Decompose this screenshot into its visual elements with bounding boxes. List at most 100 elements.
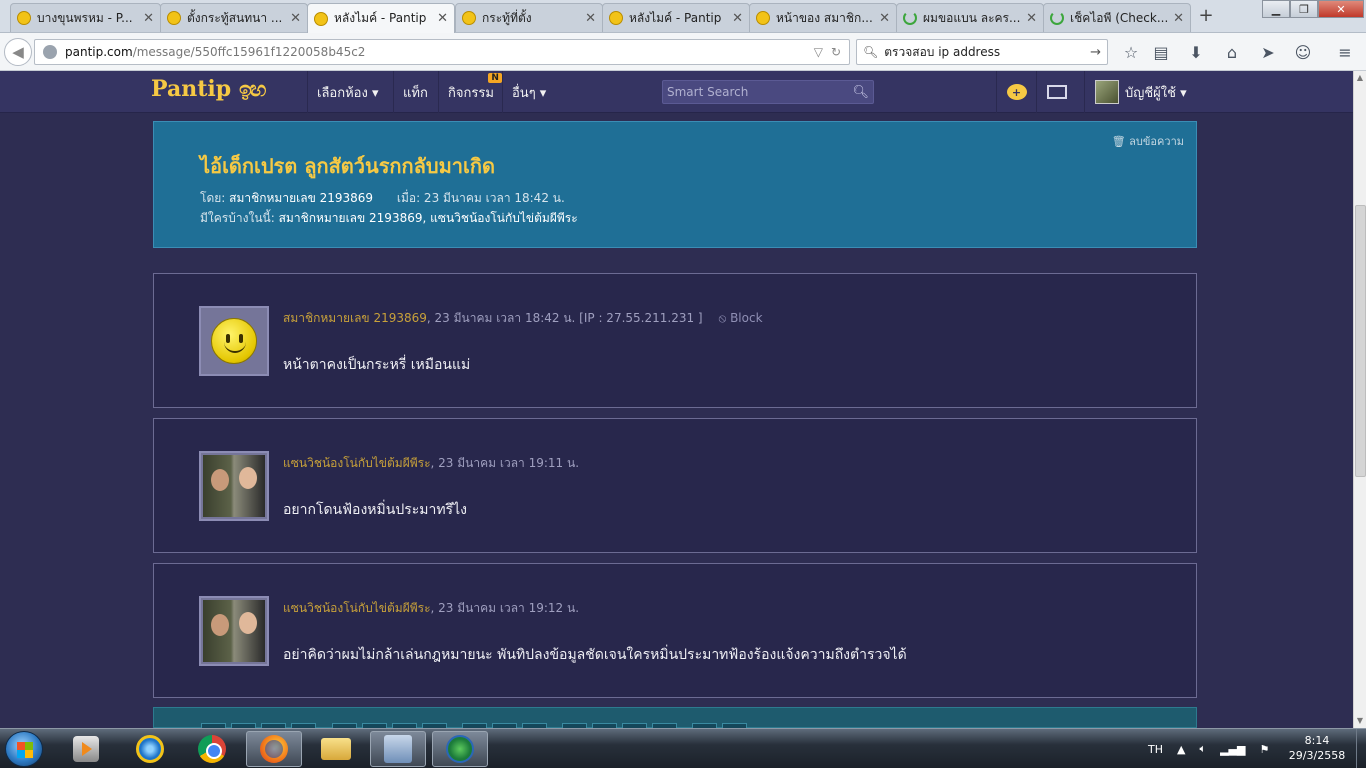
close-icon[interactable]: ✕ [1173, 11, 1184, 26]
avatar[interactable] [199, 306, 269, 376]
close-icon[interactable]: ✕ [437, 11, 448, 26]
bookmark-star-icon[interactable]: ☆ [1120, 42, 1142, 64]
message-username[interactable]: แซนวิชน้องโน่กับไข่ต้มผีพีระ [283, 601, 431, 615]
message-username[interactable]: สมาชิกหมายเลข 2193869 [283, 311, 427, 325]
tab-label: กระทู้ที่ตั้ง [482, 10, 532, 25]
taskbar-network-app[interactable] [432, 731, 488, 767]
close-icon[interactable]: ✕ [879, 11, 890, 26]
smiley-icon [211, 318, 257, 364]
url-text[interactable]: pantip.com/message/550ffc15961f1220058b4… [65, 45, 806, 59]
search-bar[interactable]: 🔍︎ ตรวจสอบ ip address → [856, 39, 1108, 65]
search-icon[interactable]: 🔍︎ [852, 85, 869, 100]
download-icon[interactable]: ⬇ [1185, 42, 1207, 64]
avatar[interactable] [199, 596, 269, 666]
reload-icon[interactable]: ↻ [831, 45, 841, 59]
pantip-icon [462, 11, 476, 25]
windows-taskbar: TH ▲ 🔈︎ ▂▄▆ ⚑ 8:14 29/3/2558 [0, 728, 1366, 768]
mail-icon [1046, 85, 1067, 99]
tray-expand-icon[interactable]: ▲ [1177, 743, 1185, 756]
close-icon[interactable]: ✕ [1026, 11, 1037, 26]
messages-button[interactable] [1036, 71, 1076, 113]
browser-tab[interactable]: เช็คไอพี (Check... ✕ [1043, 3, 1191, 32]
minimize-button[interactable]: ▁ [1262, 0, 1290, 18]
window-controls: ▁ ❐ ✕ [1262, 0, 1364, 20]
taskbar-internet-explorer[interactable] [122, 731, 178, 767]
tab-label: ตั้งกระทู้สนทนา ... [187, 10, 283, 25]
taskbar-control-panel[interactable] [370, 731, 426, 767]
message-item: แซนวิชน้องโน่กับไข่ต้มผีพีระ, 23 มีนาคม … [153, 563, 1197, 698]
thread-title: ไอ้เด็กเปรต ลูกสัตว์นรกกลับมาเกิด [200, 154, 495, 178]
menu-choose-room[interactable]: เลือกห้อง ▾ [307, 71, 387, 113]
chat-bubble-icon: + [1006, 84, 1027, 100]
home-icon[interactable]: ⌂ [1221, 42, 1243, 64]
address-bar[interactable]: pantip.com/message/550ffc15961f1220058b4… [34, 39, 850, 65]
browser-tab[interactable]: กระทู้ที่ตั้ง ✕ [455, 3, 603, 32]
folder-icon [321, 738, 351, 760]
menu-others[interactable]: อื่นๆ ▾ [502, 71, 555, 113]
send-icon[interactable]: ➤ [1257, 42, 1279, 64]
back-button[interactable]: ◀ [4, 38, 32, 66]
message-text: หน้าตาคงเป็นกระหรี่ เหมือนแม่ [283, 357, 471, 373]
show-desktop-button[interactable] [1356, 729, 1366, 768]
scroll-up-arrow-icon[interactable]: ▲ [1354, 71, 1366, 85]
message-header: สมาชิกหมายเลข 2193869, 23 มีนาคม เวลา 18… [283, 311, 763, 325]
message-text: อยากโดนฟ้องหมิ่นประมาทรึไง [283, 502, 467, 518]
reading-list-icon[interactable]: ▤ [1150, 42, 1172, 64]
search-query[interactable]: ตรวจสอบ ip address [884, 43, 1090, 62]
scroll-down-arrow-icon[interactable]: ▼ [1354, 714, 1366, 728]
search-icon: 🔍︎ [863, 45, 879, 59]
language-indicator[interactable]: TH [1148, 743, 1163, 756]
chat-bubble-button[interactable]: + [996, 71, 1036, 113]
menu-activities[interactable]: กิจกรรม N [438, 71, 508, 113]
browser-tab[interactable]: ตั้งกระทู้สนทนา ... ✕ [160, 3, 308, 32]
delete-message-link[interactable]: 🗑 ลบข้อความ [1112, 132, 1184, 150]
close-icon[interactable]: ✕ [585, 11, 596, 26]
network-signal-icon[interactable]: ▂▄▆ [1220, 743, 1245, 756]
browser-tab-active[interactable]: หลังไมค์ - Pantip ✕ [307, 3, 455, 33]
start-button[interactable] [5, 731, 43, 767]
close-window-button[interactable]: ✕ [1318, 0, 1364, 18]
volume-icon[interactable]: 🔈︎ [1199, 742, 1206, 756]
pantip-logo[interactable]: Pantip ඉඟ [151, 76, 266, 102]
avatar[interactable] [199, 451, 269, 521]
message-item: สมาชิกหมายเลข 2193869, 23 มีนาคม เวลา 18… [153, 273, 1197, 408]
loading-icon [1050, 11, 1064, 25]
dropdown-arrow-icon[interactable]: ▽ [814, 45, 823, 59]
block-button[interactable]: ⦸ Block [718, 311, 762, 325]
browser-tab[interactable]: หน้าของ สมาชิก... ✕ [749, 3, 897, 32]
browser-tab[interactable]: หลังไมค์ - Pantip ✕ [602, 3, 750, 32]
taskbar-media-player[interactable] [58, 731, 114, 767]
message-header: แซนวิชน้องโน่กับไข่ต้มผีพีระ, 23 มีนาคม … [283, 601, 580, 615]
taskbar-chrome[interactable] [184, 731, 240, 767]
close-icon[interactable]: ✕ [143, 11, 154, 26]
menu-icon[interactable]: ≡ [1334, 42, 1356, 64]
taskbar-firefox[interactable] [246, 731, 302, 767]
chat-icon[interactable]: ☺ [1292, 42, 1314, 64]
scrollbar-thumb[interactable] [1355, 205, 1366, 477]
tab-label: ผมขอแบน ละคร... [923, 10, 1021, 25]
loading-icon [903, 11, 917, 25]
new-tab-button[interactable]: + [1196, 5, 1216, 26]
message-username[interactable]: แซนวิชน้องโน่กับไข่ต้มผีพีระ [283, 456, 431, 470]
account-menu[interactable]: บัญชีผู้ใช้ ▾ [1084, 71, 1187, 113]
action-center-icon[interactable]: ⚑ [1259, 743, 1269, 756]
smart-search-input[interactable] [667, 85, 853, 99]
browser-tab[interactable]: บางขุนพรหม - P... ✕ [10, 3, 161, 32]
go-arrow-icon[interactable]: → [1090, 45, 1101, 60]
close-icon[interactable]: ✕ [732, 11, 743, 26]
taskbar-explorer[interactable] [308, 731, 364, 767]
tab-label: หลังไมค์ - Pantip [629, 10, 722, 25]
thread-author[interactable]: สมาชิกหมายเลข 2193869 [229, 191, 373, 205]
maximize-button[interactable]: ❐ [1290, 0, 1318, 18]
menu-tags[interactable]: แท็ก [393, 71, 437, 113]
globe-icon [43, 45, 57, 59]
chrome-icon [198, 735, 226, 763]
pantip-icon [17, 11, 31, 25]
pantip-icon [314, 11, 328, 26]
close-icon[interactable]: ✕ [290, 11, 301, 26]
windows-logo-icon [17, 742, 33, 758]
clock[interactable]: 8:14 29/3/2558 [1282, 733, 1352, 763]
browser-tab[interactable]: ผมขอแบน ละคร... ✕ [896, 3, 1044, 32]
vertical-scrollbar[interactable]: ▲ ▼ [1353, 71, 1366, 728]
clock-time: 8:14 [1304, 734, 1330, 747]
